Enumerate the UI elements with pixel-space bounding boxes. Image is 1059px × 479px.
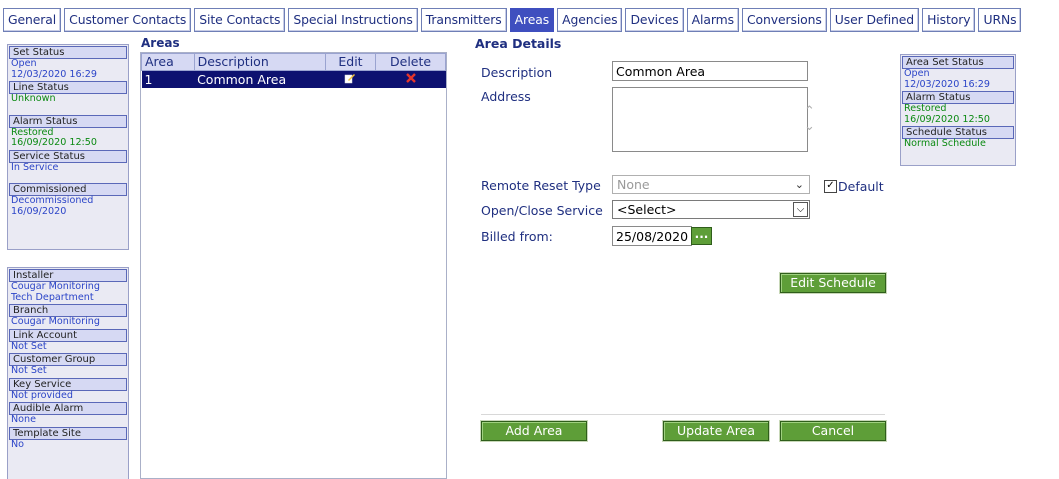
- commissioned-time: 16/09/2020: [11, 205, 67, 217]
- area-alarm-status-time: 16/09/2020 12:50: [904, 113, 990, 125]
- tab-general[interactable]: General: [3, 8, 62, 32]
- default-checkbox[interactable]: ✓: [824, 180, 837, 193]
- tab-site-contacts[interactable]: Site Contacts: [194, 8, 286, 32]
- remote-reset-type-select[interactable]: None ⌄: [612, 175, 810, 194]
- open-close-service-label: Open/Close Service: [481, 203, 603, 218]
- tab-bar: General Customer Contacts Site Contacts …: [3, 8, 1022, 32]
- billed-from-label: Billed from:: [481, 229, 553, 244]
- customer-group-value: Not Set: [11, 365, 47, 376]
- alarm-status-header: Alarm Status: [9, 114, 127, 128]
- tab-conversions[interactable]: Conversions: [741, 8, 827, 32]
- update-area-button[interactable]: Update Area: [663, 421, 769, 441]
- set-status-value: Open: [11, 58, 37, 69]
- alarm-status-time: 16/09/2020 12:50: [11, 137, 97, 148]
- area-set-status-time: 12/03/2020 16:29: [904, 78, 990, 90]
- areas-title: Areas: [141, 36, 180, 50]
- col-description[interactable]: Description: [193, 53, 326, 71]
- delete-icon[interactable]: [375, 70, 446, 88]
- open-close-service-select[interactable]: <Select> ⌵: [612, 200, 810, 219]
- col-area[interactable]: Area: [141, 53, 195, 71]
- service-status-value: In Service: [11, 161, 59, 173]
- cancel-button[interactable]: Cancel: [780, 421, 886, 441]
- line-status-value: Unknown: [11, 93, 56, 104]
- installer-department[interactable]: Tech Department: [8, 292, 128, 304]
- address-label: Address: [481, 89, 531, 104]
- template-site-header: Template Site: [9, 426, 127, 440]
- installer-value[interactable]: Cougar Monitoring: [8, 281, 128, 293]
- description-label: Description: [481, 65, 553, 80]
- template-site-value: No: [11, 438, 25, 450]
- remote-reset-type-value: None: [617, 177, 650, 192]
- divider: [481, 414, 885, 415]
- link-account-value: Not Set: [11, 340, 47, 352]
- open-close-service-value: <Select>: [617, 202, 677, 217]
- scroll-up-icon[interactable]: ⌃: [804, 104, 815, 119]
- tab-special-instructions[interactable]: Special Instructions: [288, 8, 418, 32]
- schedule-status-value: Normal Schedule: [904, 138, 986, 149]
- edit-icon[interactable]: [325, 70, 376, 88]
- area-details-title: Area Details: [475, 36, 562, 51]
- tab-user-defined[interactable]: User Defined: [829, 8, 920, 32]
- audible-alarm-value: None: [11, 414, 37, 425]
- tab-agencies[interactable]: Agencies: [557, 8, 623, 32]
- tab-transmitters[interactable]: Transmitters: [420, 8, 507, 32]
- remote-reset-type-label: Remote Reset Type: [481, 178, 601, 193]
- address-textarea[interactable]: [612, 87, 808, 152]
- description-input[interactable]: [612, 61, 808, 81]
- set-status-time: 12/03/2020 16:29: [11, 68, 97, 80]
- branch-value[interactable]: Cougar Monitoring: [8, 316, 128, 328]
- row-area[interactable]: 1: [141, 70, 195, 88]
- tab-areas[interactable]: Areas: [509, 8, 555, 32]
- commissioned-value: Decommissioned: [11, 195, 94, 206]
- service-status-header: Service Status: [9, 149, 127, 163]
- area-set-status-value: Open: [904, 68, 930, 79]
- areas-list: Area Description Edit Delete 1 Common Ar…: [140, 52, 447, 479]
- tab-history[interactable]: History: [922, 8, 976, 32]
- tab-customer-contacts[interactable]: Customer Contacts: [64, 8, 192, 32]
- chevron-down-icon: ⌄: [794, 178, 804, 191]
- areas-header-row: Area Description Edit Delete: [141, 53, 446, 71]
- site-status-panel: Set Status Open 12/03/2020 16:29 Line St…: [7, 44, 129, 250]
- col-edit: Edit: [324, 53, 377, 71]
- col-delete: Delete: [375, 53, 446, 71]
- chevron-down-icon: ⌵: [793, 202, 808, 217]
- edit-icon[interactable]: [344, 72, 356, 84]
- tab-alarms[interactable]: Alarms: [686, 8, 739, 32]
- link-account-header: Link Account: [9, 328, 127, 342]
- date-picker-button[interactable]: ...: [691, 227, 712, 245]
- row-description[interactable]: Common Area: [194, 70, 326, 88]
- area-status-panel: Area Set Status Open 12/03/2020 16:29 Al…: [900, 54, 1016, 166]
- scroll-down-icon[interactable]: ⌄: [804, 119, 815, 134]
- add-area-button[interactable]: Add Area: [481, 421, 587, 441]
- area-alarm-status-value: Restored: [904, 103, 947, 114]
- default-label: Default: [838, 179, 884, 194]
- table-row[interactable]: 1 Common Area: [141, 70, 446, 88]
- billed-from-input[interactable]: [612, 226, 692, 246]
- key-service-header: Key Service: [9, 377, 127, 391]
- edit-schedule-button[interactable]: Edit Schedule: [780, 273, 886, 293]
- tab-urns[interactable]: URNs: [978, 8, 1022, 32]
- delete-icon[interactable]: [405, 72, 417, 84]
- key-service-value: Not provided: [11, 389, 73, 401]
- site-info-panel: Installer Cougar Monitoring Tech Departm…: [7, 267, 129, 479]
- tab-devices[interactable]: Devices: [625, 8, 684, 32]
- areas-table: Area Description Edit Delete 1 Common Ar…: [141, 53, 446, 88]
